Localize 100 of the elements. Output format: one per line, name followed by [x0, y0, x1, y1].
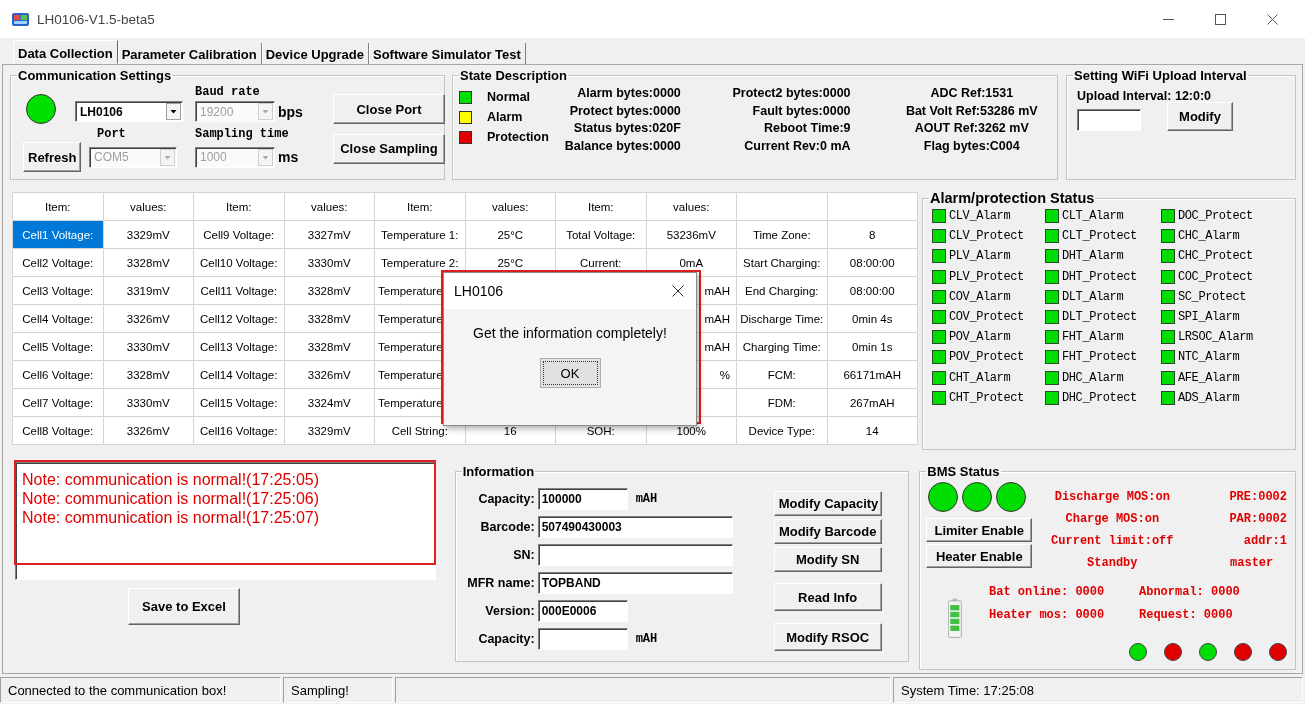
action-button[interactable]: Modify Barcode	[773, 519, 882, 544]
item-cell[interactable]: Cell6 Voltage:	[12, 360, 103, 389]
alarm-label: DLT_Protect	[1062, 309, 1137, 324]
item-cell[interactable]: Cell2 Voltage:	[12, 248, 103, 277]
item-cell: Cell9 Voltage:	[193, 220, 284, 249]
value-cell: 3326mV	[103, 416, 194, 445]
log-line: Note: communication is normal!(17:25:07)	[22, 509, 321, 527]
item-cell[interactable]: Cell8 Voltage:	[12, 416, 103, 445]
alarm-label: CHT_Alarm	[949, 370, 1011, 385]
alarm-label: NTC_Alarm	[1178, 350, 1240, 365]
action-button[interactable]: Modify Capacity	[773, 491, 882, 516]
action-button[interactable]: Modify RSOC	[773, 623, 882, 651]
interval-input[interactable]	[1077, 108, 1141, 131]
alarm-label: DHT_Alarm	[1062, 249, 1124, 264]
device-dropdown[interactable]: LH0106	[75, 101, 183, 122]
text-field[interactable]: TOPBAND	[537, 572, 733, 594]
counter-text: Abnormal: 0000	[1139, 585, 1241, 601]
field-label: MFR name:	[466, 576, 536, 590]
text-field[interactable]	[537, 628, 628, 650]
caret-icon[interactable]	[166, 103, 181, 120]
status-value: AOUT Ref:3262 mV	[913, 120, 1030, 137]
value-cell: 08:00:00	[827, 276, 918, 305]
status-value: ADC Ref:1531	[929, 85, 1015, 102]
sampling-dropdown: 1000	[195, 146, 275, 168]
refresh-button[interactable]: Refresh	[23, 142, 81, 172]
item-cell[interactable]: Cell4 Voltage:	[12, 304, 103, 333]
close-port-button[interactable]: Close Port	[333, 94, 445, 124]
item-cell: Cell16 Voltage:	[193, 416, 284, 445]
action-button[interactable]: Read Info	[773, 583, 882, 611]
text-field[interactable]: 000E0006	[537, 600, 628, 622]
value-cell: 267mAH	[827, 388, 918, 417]
status-text: System Time: 17:25:08	[893, 677, 1303, 703]
item-cell: Time Zone:	[736, 220, 827, 249]
item-cell: Cell13 Voltage:	[193, 332, 284, 361]
value-cell: 25°C	[465, 220, 556, 249]
item-cell: Start Charging:	[736, 248, 827, 277]
column-header: Item:	[12, 192, 103, 221]
value-cell: 3326mV	[103, 304, 194, 333]
item-cell[interactable]: Cell3 Voltage:	[12, 276, 103, 305]
column-header: values:	[465, 192, 556, 221]
status-text: Charge MOS:on	[1064, 512, 1161, 526]
value-cell: 3330mV	[103, 388, 194, 417]
unit-label: bps	[278, 103, 303, 120]
item-cell: Cell14 Voltage:	[193, 360, 284, 389]
alarm-label: POV_Protect	[949, 350, 1024, 365]
port-dropdown: COM5	[89, 146, 177, 168]
enable-button[interactable]: Limiter Enable	[926, 518, 1033, 542]
item-cell: Total Voltage:	[555, 220, 646, 249]
alarm-label: AFE_Alarm	[1178, 370, 1240, 385]
alarm-label: CLT_Protect	[1062, 229, 1137, 244]
value-cell: 3324mV	[284, 388, 375, 417]
alarm-label: CHC_Protect	[1178, 249, 1253, 264]
maximize-icon[interactable]	[1214, 13, 1226, 25]
status-text: addr:1	[1242, 534, 1288, 548]
tab[interactable]: Data Collection	[13, 40, 118, 64]
close-sampling-button[interactable]: Close Sampling	[333, 133, 445, 164]
tab[interactable]: Device Upgrade	[261, 43, 369, 64]
text-field[interactable]: 100000	[537, 488, 628, 510]
close-icon[interactable]	[672, 285, 684, 297]
field-label: Version:	[484, 604, 536, 618]
status-text: PAR:0002	[1228, 512, 1288, 526]
text-field[interactable]: 507490430003	[537, 516, 733, 538]
alarm-label: CLV_Alarm	[949, 209, 1011, 223]
legend-label: Normal	[487, 90, 531, 104]
legend-label: Alarm	[487, 110, 523, 124]
log-line: Note: communication is normal!(17:25:05)	[22, 471, 321, 489]
text-field[interactable]	[537, 544, 733, 566]
alarm-label: DHC_Protect	[1062, 390, 1137, 405]
modify-button[interactable]: Modify	[1167, 102, 1233, 131]
item-cell: FDM:	[736, 388, 827, 417]
alarm-label: CHC_Alarm	[1178, 229, 1240, 244]
item-cell[interactable]: Cell5 Voltage:	[12, 332, 103, 361]
group-title: State Description	[459, 68, 568, 83]
item-cell[interactable]: Cell1 Voltage:	[12, 220, 103, 249]
alarm-label: PLV_Alarm	[949, 249, 1011, 264]
item-cell: Charging Time:	[736, 332, 827, 361]
field-label: Capacity:	[477, 632, 536, 646]
enable-button[interactable]: Heater Enable	[926, 544, 1033, 568]
unit-label: mAH	[635, 632, 658, 646]
ok-button[interactable]: OK	[539, 358, 601, 388]
action-button[interactable]: Modify SN	[773, 547, 882, 572]
item-cell: Cell10 Voltage:	[193, 248, 284, 277]
column-header: Item:	[193, 192, 284, 221]
value-cell: 14	[827, 416, 918, 445]
alarm-label: POV_Alarm	[949, 330, 1011, 345]
tab[interactable]: Software Simulator Test	[369, 43, 526, 64]
close-icon[interactable]	[1266, 13, 1278, 25]
save-button[interactable]: Save to Excel	[128, 588, 240, 625]
item-cell: Discharge Time:	[736, 304, 827, 333]
value-cell: 0min 4s	[827, 304, 918, 333]
alarm-label: LRSOC_Alarm	[1178, 330, 1253, 345]
group-title: Communication Settings	[17, 68, 173, 83]
item-cell[interactable]: Cell7 Voltage:	[12, 388, 103, 417]
tab[interactable]: Parameter Calibration	[117, 43, 262, 64]
item-cell: Cell15 Voltage:	[193, 388, 284, 417]
status-text: Connected to the communication box!	[0, 677, 281, 703]
value-cell: 0min 1s	[827, 332, 918, 361]
alarm-label: PLV_Protect	[949, 269, 1024, 284]
status-value: Fault bytes:0000	[751, 102, 851, 120]
column-header: values:	[284, 192, 375, 221]
